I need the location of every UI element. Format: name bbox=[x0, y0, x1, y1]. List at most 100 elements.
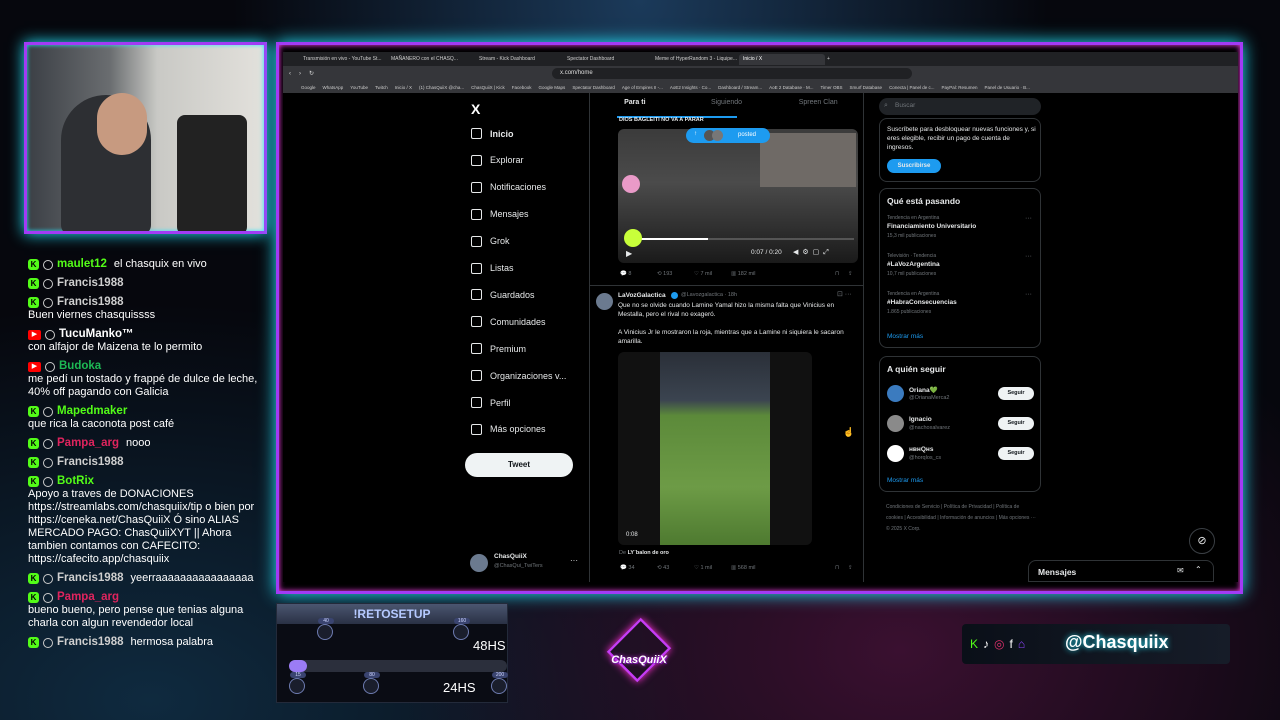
post-action[interactable]: ♡ 1 mil bbox=[694, 565, 712, 571]
avatar[interactable] bbox=[887, 415, 904, 432]
trend-name[interactable]: #LaVozArgentina bbox=[887, 261, 940, 268]
bookmark[interactable]: PayPal: Resumen bbox=[942, 85, 978, 90]
tab-spreen-clan[interactable]: Spreen Clan bbox=[772, 99, 864, 115]
nav-item-perfil[interactable]: Perfil bbox=[471, 397, 511, 408]
subscribe-button[interactable]: Suscribirse bbox=[887, 159, 941, 173]
trend-name[interactable]: #HabraConsecuencias bbox=[887, 299, 957, 306]
post-action[interactable]: ▥ 182 mil bbox=[731, 271, 755, 277]
bookmark[interactable]: Panel de Usuario · B... bbox=[985, 85, 1030, 90]
chevron-up-icon[interactable]: ⌃ bbox=[1195, 565, 1202, 574]
more-icon[interactable]: ··· bbox=[570, 556, 578, 565]
tab-siguiendo[interactable]: Siguiendo bbox=[681, 99, 773, 115]
bookmark[interactable]: Inicio / X bbox=[395, 85, 412, 90]
chat-username[interactable]: Pampa_arg bbox=[57, 437, 119, 450]
nav-item-notificaciones[interactable]: Notificaciones bbox=[471, 181, 546, 193]
nav-item-mensajes[interactable]: Mensajes bbox=[471, 208, 529, 220]
browser-tab[interactable]: Stream - Kick Dashboard bbox=[475, 54, 561, 65]
follow-button[interactable]: Seguir bbox=[998, 417, 1034, 430]
new-tab-icon[interactable]: + bbox=[827, 56, 830, 62]
nav-item-organizacionesv[interactable]: Organizaciones v... bbox=[471, 370, 566, 382]
nav-item-msopciones[interactable]: Más opciones bbox=[471, 423, 546, 435]
bookmark[interactable]: YouTube bbox=[350, 85, 368, 90]
scrub-handle[interactable] bbox=[624, 229, 642, 247]
avatar[interactable] bbox=[887, 445, 904, 462]
post2-video[interactable]: 0:08 bbox=[618, 352, 812, 545]
browser-tab[interactable]: Spectator Dashboard bbox=[563, 54, 649, 65]
chat-username[interactable]: Francis1988 bbox=[57, 572, 124, 585]
video-controls-icons[interactable]: ◀⚙▢⤢ bbox=[793, 248, 833, 257]
chat-username[interactable]: Francis1988 bbox=[57, 636, 124, 649]
post-action[interactable]: 💬 8 bbox=[620, 271, 631, 277]
nav-item-inicio[interactable]: Inicio bbox=[471, 128, 514, 139]
nav-item-premium[interactable]: Premium bbox=[471, 343, 526, 355]
bookmark[interactable]: Smurf Database bbox=[850, 85, 883, 90]
post-action[interactable]: ⟲ 193 bbox=[657, 271, 672, 277]
bookmark-icon[interactable]: ⊓ bbox=[835, 565, 839, 571]
compose-icon[interactable]: ✉ bbox=[1177, 566, 1184, 575]
reload-icon[interactable]: ↻ bbox=[309, 70, 314, 77]
chat-username[interactable]: Francis1988 bbox=[57, 296, 124, 309]
avatar[interactable] bbox=[887, 385, 904, 402]
bookmark[interactable]: Conecta | Panel de c... bbox=[889, 85, 934, 90]
bookmark[interactable]: Twitch bbox=[375, 85, 388, 90]
chat-username[interactable]: maulet12 bbox=[57, 258, 107, 271]
bookmark[interactable]: Google Maps bbox=[539, 85, 566, 90]
post-action[interactable]: ⟲ 43 bbox=[657, 565, 669, 571]
share-icon[interactable]: ⇪ bbox=[848, 565, 853, 571]
bookmark[interactable]: WhatsApp bbox=[323, 85, 344, 90]
more-icon[interactable]: ··· bbox=[1025, 253, 1032, 260]
bookmark[interactable]: Dashboard / Stream... bbox=[718, 85, 762, 90]
bookmark-icon[interactable]: ⊓ bbox=[835, 271, 839, 277]
post2-author[interactable]: LaVozGalactica bbox=[618, 292, 666, 299]
browser-tab[interactable]: Meme of HyperRandom 3 - Liquipe... bbox=[651, 54, 737, 65]
tweet-button[interactable]: Tweet bbox=[465, 453, 573, 477]
nav-item-guardados[interactable]: Guardados bbox=[471, 289, 535, 301]
bookmark[interactable]: Age of Empires II -... bbox=[622, 85, 663, 90]
chat-username[interactable]: Francis1988 bbox=[57, 277, 124, 290]
share-icon[interactable]: ⇪ bbox=[848, 271, 853, 277]
chat-username[interactable]: Pampa_arg bbox=[57, 591, 119, 604]
more-icon[interactable]: ··· bbox=[1025, 291, 1032, 298]
post-action[interactable]: 💬 34 bbox=[620, 565, 635, 571]
chat-username[interactable]: BotRix bbox=[57, 475, 94, 488]
bookmark[interactable]: Spectator Dashboard bbox=[572, 85, 615, 90]
bookmark[interactable]: AoE2 Insights · Co... bbox=[670, 85, 711, 90]
back-icon[interactable]: ‹ bbox=[289, 71, 291, 77]
chat-username[interactable]: TucuManko™ bbox=[59, 328, 134, 341]
follow-name[interactable]: нвнQнѕ bbox=[909, 446, 933, 453]
post2-source-user[interactable]: LY`balon de oro bbox=[628, 550, 669, 556]
trend-name[interactable]: Financiamiento Universitario bbox=[887, 223, 976, 230]
play-icon[interactable]: ▶ bbox=[626, 249, 632, 258]
new-posts-pill[interactable]: ↑ posted bbox=[686, 128, 770, 143]
tab-para-ti[interactable]: Para ti bbox=[589, 99, 681, 115]
post-action[interactable]: ♡ 7 mil bbox=[694, 271, 712, 277]
browser-tab[interactable]: Transmisión en vivo - YouTube St... bbox=[299, 54, 385, 65]
follow-name[interactable]: Ignacio bbox=[909, 416, 932, 423]
url-field[interactable]: x.com/home bbox=[552, 68, 913, 79]
nav-item-explorar[interactable]: Explorar bbox=[471, 154, 524, 166]
show-more-link[interactable]: Mostrar más bbox=[887, 477, 923, 484]
chat-username[interactable]: Budoka bbox=[59, 360, 101, 373]
browser-tab[interactable]: Inicio / X bbox=[739, 53, 825, 65]
follow-button[interactable]: Seguir bbox=[998, 387, 1034, 400]
post1-video[interactable]: ▶ 0:07 / 0:20 ◀⚙▢⤢ bbox=[618, 129, 858, 263]
show-more-link[interactable]: Mostrar más bbox=[887, 333, 923, 340]
post-action[interactable]: ▥ 568 mil bbox=[731, 565, 755, 571]
bookmark[interactable]: Google bbox=[301, 85, 316, 90]
account-switcher[interactable]: ChasQuiiX @ChasQui_TwiTers ··· bbox=[470, 552, 585, 574]
follow-button[interactable]: Seguir bbox=[998, 447, 1034, 460]
bookmark[interactable]: AoE 2 Database · M... bbox=[769, 85, 813, 90]
avatar[interactable] bbox=[596, 293, 613, 310]
nav-item-listas[interactable]: Listas bbox=[471, 262, 514, 274]
bookmark[interactable]: ChasQuiiX | Kick bbox=[471, 85, 505, 90]
more-icon[interactable]: ··· bbox=[1025, 215, 1032, 222]
messages-drawer[interactable]: Mensajes ✉ ⌃ bbox=[1028, 560, 1214, 582]
bookmark[interactable]: Timer OBS bbox=[820, 85, 842, 90]
chat-username[interactable]: Mapedmaker bbox=[57, 405, 127, 418]
chat-username[interactable]: Francis1988 bbox=[57, 456, 124, 469]
bookmark[interactable]: (1) ChasQuiiX @cha... bbox=[419, 85, 464, 90]
forward-icon[interactable]: › bbox=[299, 71, 301, 77]
browser-tab[interactable]: MAÑANERO con el CHASQ... bbox=[387, 54, 473, 65]
follow-name[interactable]: Oriana💚 bbox=[909, 386, 938, 394]
grok-icon[interactable]: ⊘ bbox=[1189, 528, 1215, 554]
